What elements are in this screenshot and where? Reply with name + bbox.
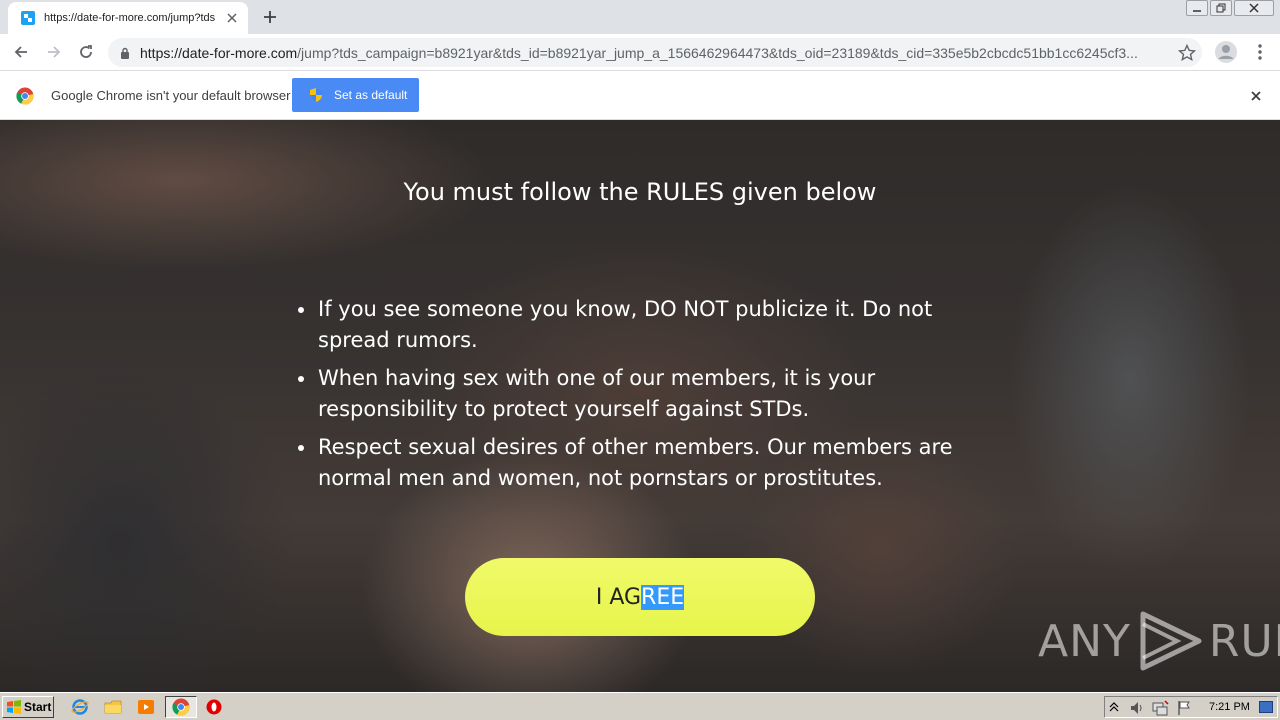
rules-list: If you see someone you know, DO NOT publ… <box>298 294 998 501</box>
internet-explorer-icon[interactable] <box>71 698 89 716</box>
window-controls <box>1186 0 1274 16</box>
chrome-icon <box>172 698 190 716</box>
opera-icon[interactable] <box>205 698 223 716</box>
tab-strip: https://date-for-more.com/jump?tds <box>0 0 1280 34</box>
agree-label-plain: I AG <box>595 584 642 610</box>
start-button[interactable]: Start <box>2 696 54 718</box>
reload-icon <box>80 45 92 58</box>
chevron-up-icon[interactable] <box>1109 701 1119 713</box>
media-player-icon[interactable] <box>137 698 155 716</box>
close-icon <box>1249 3 1259 13</box>
back-button[interactable] <box>9 40 33 64</box>
url-text: https://date-for-more.com/jump?tds_campa… <box>140 45 1160 61</box>
infobar-message: Google Chrome isn't your default browser <box>51 88 291 103</box>
forward-button[interactable] <box>42 40 66 64</box>
set-as-default-label: Set as default <box>334 88 408 102</box>
windows-taskbar: Start 7:21 PM <box>0 692 1280 720</box>
restore-button[interactable] <box>1210 0 1232 16</box>
url-host: https://date-for-more.com <box>140 44 298 61</box>
watermark-left: ANY <box>1038 615 1131 667</box>
rule-item: When having sex with one of our members,… <box>298 363 998 425</box>
minimize-button[interactable] <box>1186 0 1208 16</box>
close-window-button[interactable] <box>1234 0 1274 16</box>
lock-icon <box>121 47 129 59</box>
file-explorer-icon[interactable] <box>104 698 122 716</box>
network-icon[interactable] <box>1151 700 1169 716</box>
page-content: You must follow the RULES given below If… <box>0 120 1280 692</box>
rules-title: You must follow the RULES given below <box>403 178 877 206</box>
rule-item: If you see someone you know, DO NOT publ… <box>298 294 998 356</box>
kebab-menu-icon <box>1258 44 1262 60</box>
windows-logo-icon <box>7 700 21 714</box>
address-bar[interactable]: https://date-for-more.com/jump?tds_campa… <box>108 38 1202 67</box>
watermark-right: RUN <box>1208 615 1280 667</box>
default-browser-infobar: Google Chrome isn't your default browser… <box>0 71 1280 120</box>
url-path: /jump?tds_campaign=b8921yar&tds_id=b8921… <box>297 44 1138 61</box>
anyrun-watermark: ANY RUN <box>1038 610 1280 672</box>
restore-icon <box>1216 3 1226 13</box>
i-agree-button[interactable]: I AG REE <box>465 558 815 636</box>
new-tab-button[interactable] <box>258 7 282 27</box>
tab-close-icon[interactable] <box>224 10 240 26</box>
arrow-right-icon <box>48 46 61 58</box>
agree-label-selected: REE <box>641 584 685 610</box>
reload-button[interactable] <box>74 40 98 64</box>
play-logo-icon <box>1140 611 1202 671</box>
bookmark-star-icon[interactable] <box>1178 44 1196 62</box>
plus-icon <box>264 11 276 23</box>
flag-icon[interactable] <box>1177 700 1191 716</box>
start-label: Start <box>24 700 52 714</box>
clock: 7:21 PM <box>1209 701 1250 713</box>
infobar-close-button[interactable] <box>1246 86 1266 106</box>
tab-title: https://date-for-more.com/jump?tds <box>44 12 216 24</box>
browser-menu-button[interactable] <box>1248 40 1272 64</box>
arrow-left-icon <box>14 46 27 58</box>
minimize-icon <box>1193 10 1201 12</box>
show-desktop-icon[interactable] <box>1259 701 1273 713</box>
chrome-logo-icon <box>16 87 34 105</box>
system-tray: 7:21 PM <box>1104 696 1278 718</box>
browser-toolbar: https://date-for-more.com/jump?tds_campa… <box>0 34 1280 71</box>
taskbar-chrome-button[interactable] <box>165 696 197 718</box>
volume-icon[interactable] <box>1129 700 1145 716</box>
shield-icon <box>310 88 322 102</box>
rule-item: Respect sexual desires of other members.… <box>298 432 998 494</box>
close-icon <box>1251 91 1261 101</box>
site-favicon-icon <box>21 11 35 25</box>
browser-tab[interactable]: https://date-for-more.com/jump?tds <box>8 2 248 34</box>
account-avatar-icon[interactable] <box>1214 40 1238 64</box>
set-as-default-button[interactable]: Set as default <box>292 78 419 112</box>
